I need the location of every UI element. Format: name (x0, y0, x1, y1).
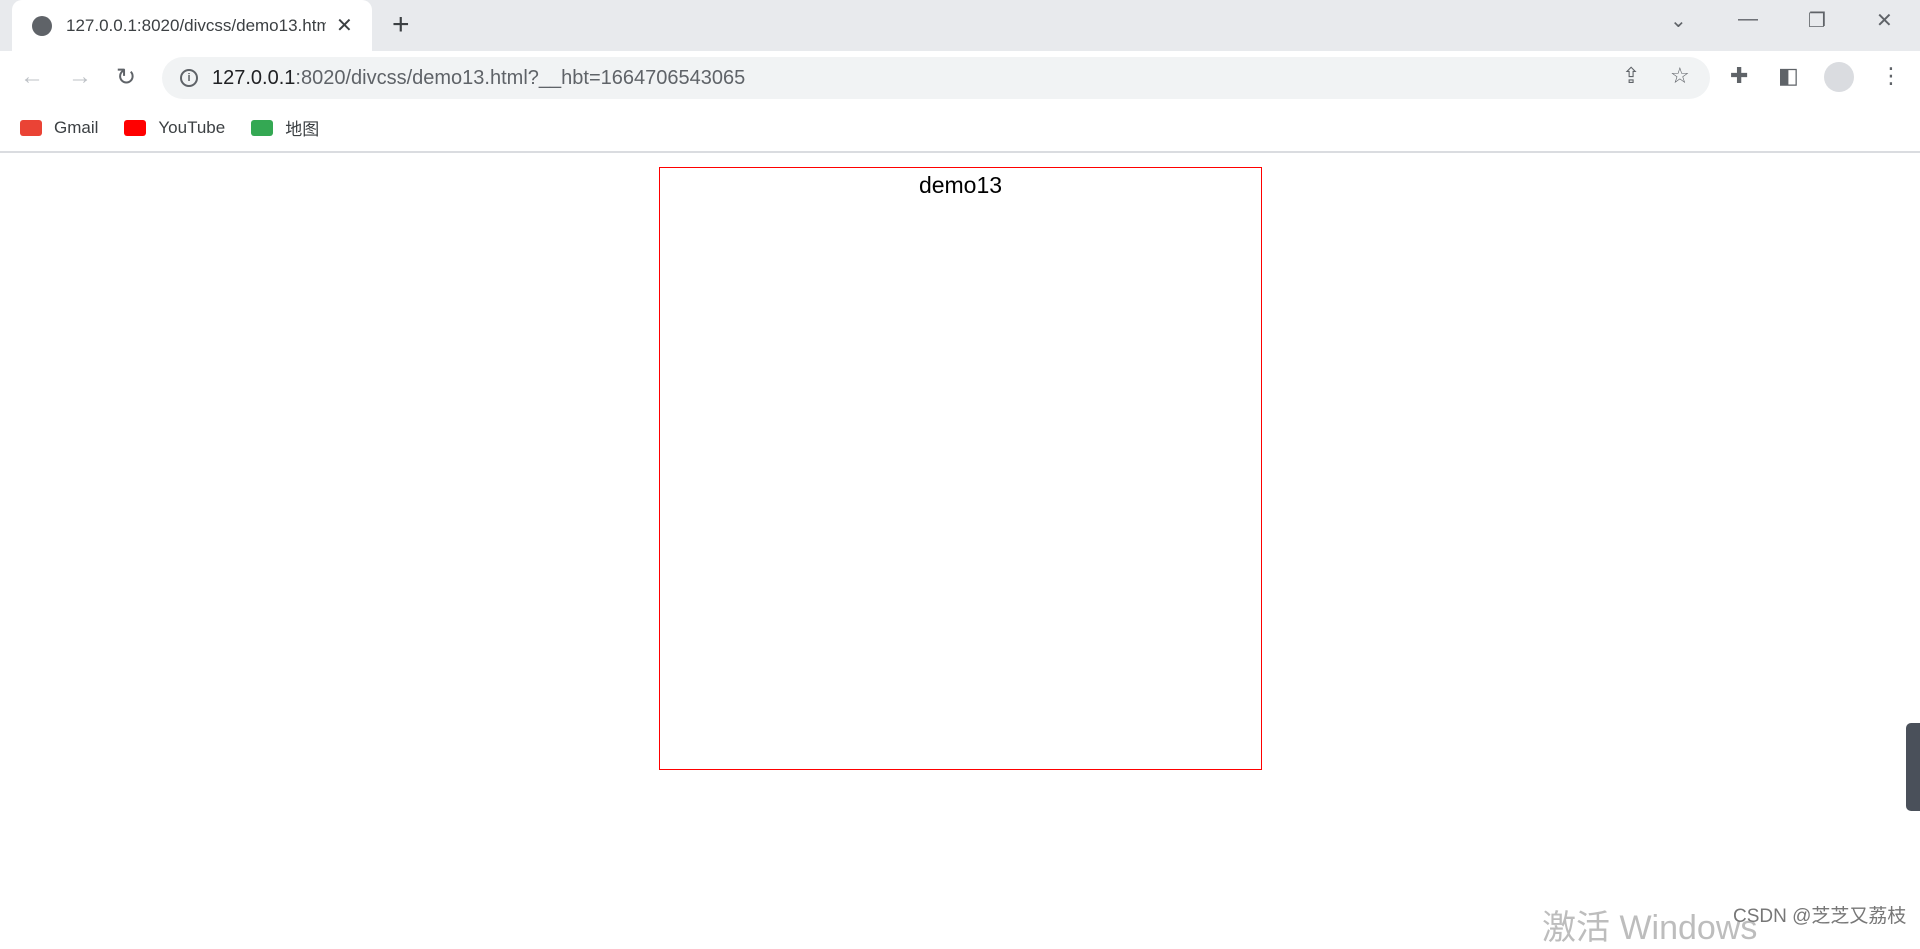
tab-strip: 127.0.0.1:8020/divcss/demo13.html?__hbt=… (0, 0, 1920, 51)
bookmark-youtube[interactable]: YouTube (124, 118, 225, 138)
back-button[interactable]: ← (20, 63, 44, 91)
tab-title: 127.0.0.1:8020/divcss/demo13.html?__hbt=… (66, 15, 326, 35)
minimize-button[interactable]: — (1738, 8, 1758, 31)
reload-button[interactable]: ↻ (116, 63, 136, 92)
volume-meter-widget[interactable] (1906, 723, 1920, 811)
tab-active[interactable]: 127.0.0.1:8020/divcss/demo13.html?__hbt=… (12, 0, 372, 51)
tab-search-icon[interactable]: ⌄ (1670, 8, 1687, 33)
activate-windows-watermark: 激活 Windows (1542, 909, 1758, 947)
restore-button[interactable]: ❐ (1808, 8, 1826, 33)
close-window-button[interactable]: ✕ (1876, 8, 1893, 33)
toolbar: ← → ↻ i 127.0.0.1:8020/divcss/demo13.htm… (0, 51, 1920, 104)
new-tab-button[interactable]: + (392, 10, 410, 40)
globe-icon (32, 15, 52, 36)
side-panel-icon[interactable]: ◧ (1778, 63, 1799, 89)
gmail-icon (20, 119, 42, 136)
extensions-icon[interactable]: ✚ (1730, 63, 1748, 89)
profile-avatar[interactable] (1824, 62, 1854, 92)
info-icon[interactable]: i (180, 69, 198, 87)
bookmark-gmail[interactable]: Gmail (20, 118, 98, 138)
csdn-watermark: CSDN @芝芝又荔枝 (1733, 906, 1907, 927)
share-icon[interactable]: ⇪ (1622, 63, 1640, 89)
url-text[interactable]: 127.0.0.1:8020/divcss/demo13.html?__hbt=… (212, 67, 745, 90)
address-bar[interactable]: i 127.0.0.1:8020/divcss/demo13.html?__hb… (162, 57, 1710, 99)
maps-icon (251, 119, 274, 136)
demo-box-text: demo13 (918, 172, 1003, 198)
bookmark-maps[interactable]: 地图 (251, 115, 319, 140)
forward-button[interactable]: → (68, 63, 92, 91)
menu-icon[interactable]: ⋮ (1880, 63, 1902, 89)
star-icon[interactable]: ☆ (1670, 63, 1690, 89)
tab-close-button[interactable]: ✕ (336, 13, 353, 38)
youtube-icon (124, 119, 147, 136)
demo-box: demo13 (659, 167, 1262, 770)
bookmarks-bar: Gmail YouTube 地图 (0, 104, 1920, 153)
